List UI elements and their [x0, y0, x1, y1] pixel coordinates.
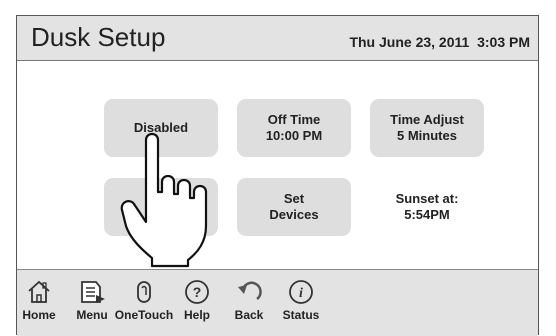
- home-icon: [25, 278, 53, 306]
- current-time: 3:03 PM: [477, 34, 530, 50]
- nav-onetouch[interactable]: OneTouch: [114, 278, 174, 322]
- set-devices-line2: Devices: [269, 207, 319, 222]
- svg-text:i: i: [299, 286, 303, 301]
- off-time-value: 10:00 PM: [265, 128, 323, 143]
- off-time-label: Off Time: [267, 112, 321, 127]
- time-button-partially-covered[interactable]: Ti: [104, 178, 218, 236]
- set-devices-line1: Set: [283, 191, 305, 206]
- nav-status[interactable]: i Status: [273, 278, 329, 322]
- nav-back[interactable]: Back: [221, 278, 277, 322]
- status-icon: i: [287, 278, 315, 306]
- sunset-info: Sunset at: 5:54PM: [370, 178, 484, 236]
- sunset-label: Sunset at:: [395, 191, 459, 206]
- dusk-setup-screen: Dusk Setup Thu June 23, 2011 3:03 PM Dis…: [16, 15, 539, 336]
- nav-home-label: Home: [22, 308, 56, 322]
- nav-onetouch-label: OneTouch: [114, 308, 174, 322]
- sunset-value: 5:54PM: [404, 207, 450, 222]
- menu-icon: [78, 278, 106, 306]
- page-title: Dusk Setup: [31, 22, 166, 52]
- nav-status-label: Status: [282, 308, 320, 322]
- svg-text:?: ?: [193, 284, 202, 300]
- off-time-button[interactable]: Off Time 10:00 PM: [237, 99, 351, 157]
- time-adjust-button[interactable]: Time Adjust 5 Minutes: [370, 99, 484, 157]
- nav-help-label: Help: [183, 308, 210, 322]
- current-date: Thu June 23, 2011: [349, 34, 470, 50]
- nav-back-label: Back: [234, 308, 264, 322]
- help-icon: ?: [183, 278, 211, 306]
- time-adjust-label: Time Adjust: [390, 112, 464, 127]
- nav-menu-label: Menu: [76, 308, 108, 322]
- date-time: Thu June 23, 2011 3:03 PM: [349, 34, 530, 50]
- mode-disabled-button[interactable]: Disabled: [104, 99, 218, 157]
- set-devices-button[interactable]: Set Devices: [237, 178, 351, 236]
- mode-label: Disabled: [133, 120, 189, 135]
- nav-help[interactable]: ? Help: [169, 278, 225, 322]
- time-adjust-value: 5 Minutes: [397, 128, 457, 143]
- header-bar: Dusk Setup Thu June 23, 2011 3:03 PM: [17, 16, 538, 61]
- nav-home[interactable]: Home: [11, 278, 67, 322]
- nav-menu[interactable]: Menu: [64, 278, 120, 322]
- back-icon: [235, 278, 263, 306]
- onetouch-icon: [130, 278, 158, 306]
- time-button-fragment: Ti: [126, 205, 138, 220]
- footer-nav: Home Menu OneTouch ? Help Back i Status: [17, 269, 538, 336]
